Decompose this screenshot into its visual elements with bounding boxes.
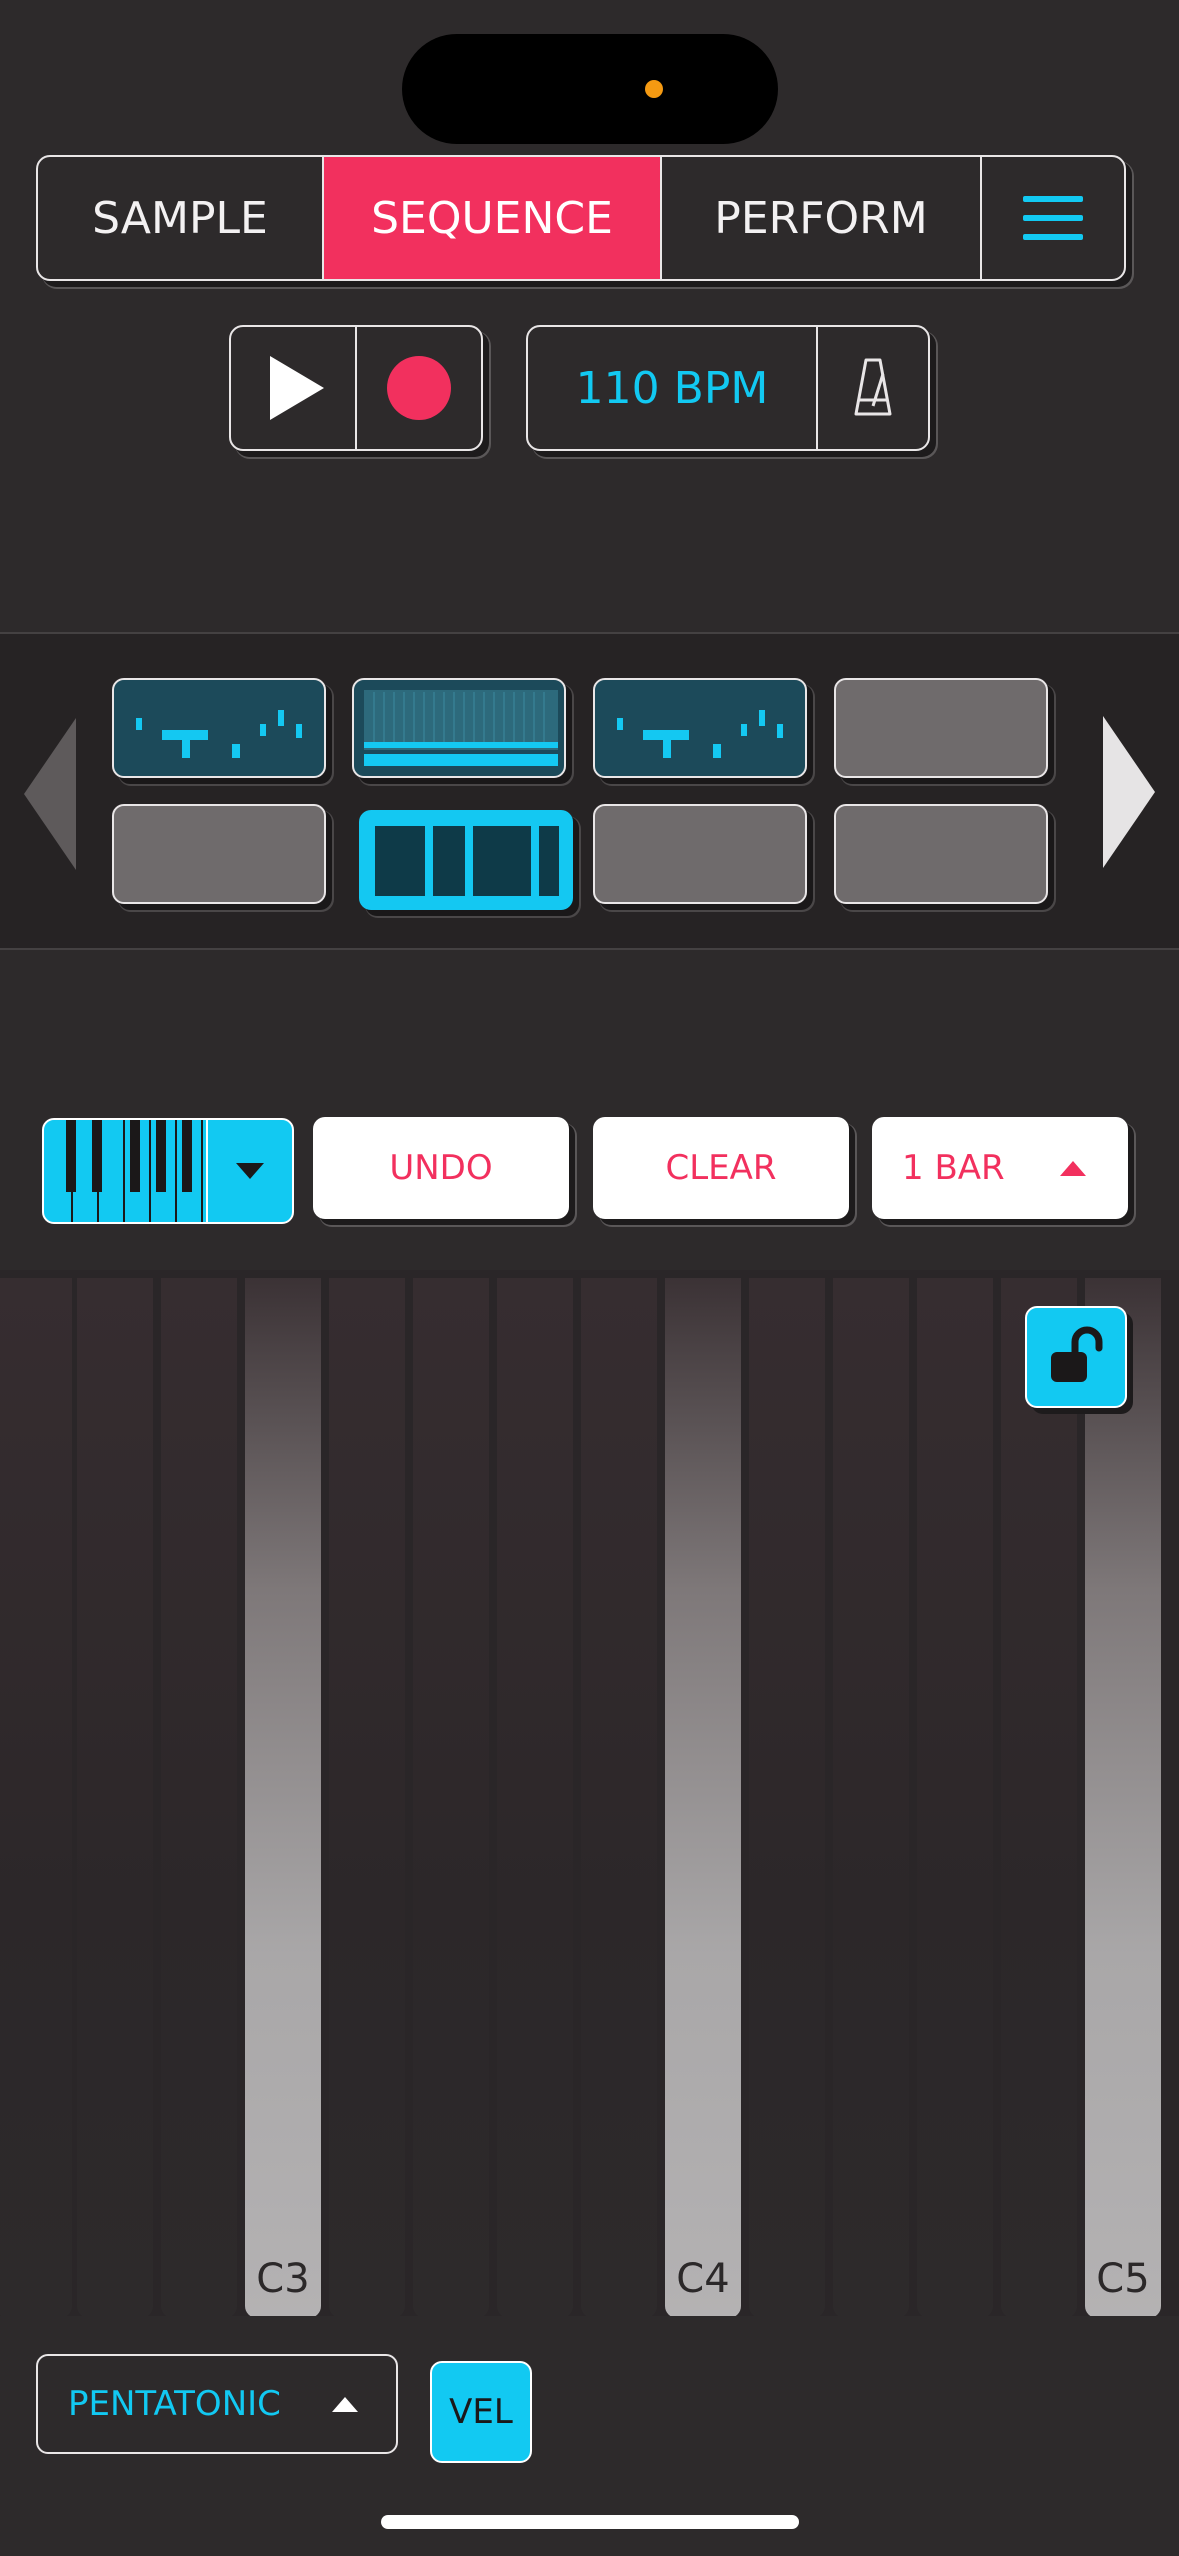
pattern-slot-3[interactable] xyxy=(593,678,807,778)
keyboard-icon xyxy=(66,1120,203,1222)
tab-sample[interactable]: SAMPLE xyxy=(38,157,324,279)
pattern-slot-8[interactable] xyxy=(834,804,1048,904)
clear-button[interactable]: CLEAR xyxy=(593,1117,849,1219)
note-label-c4: C4 xyxy=(676,2256,730,2302)
menu-icon xyxy=(1023,196,1083,240)
privacy-indicator xyxy=(645,80,663,98)
note-lane[interactable] xyxy=(161,1278,237,2316)
note-lane[interactable] xyxy=(77,1278,153,2316)
note-lane[interactable] xyxy=(581,1278,657,2316)
chevron-up-icon xyxy=(332,2396,358,2412)
unlock-icon xyxy=(1051,1326,1103,1382)
pattern-slot-5[interactable] xyxy=(112,804,326,904)
note-label-c3: C3 xyxy=(256,2256,310,2302)
tab-sequence[interactable]: SEQUENCE xyxy=(324,157,662,279)
scale-label: PENTATONIC xyxy=(68,2384,281,2424)
note-lane[interactable] xyxy=(329,1278,405,2316)
note-lane[interactable] xyxy=(833,1278,909,2316)
metronome-icon xyxy=(854,358,892,416)
chevron-up-icon xyxy=(1060,1160,1086,1176)
lock-toggle-button[interactable] xyxy=(1025,1306,1127,1408)
play-button[interactable] xyxy=(231,327,355,449)
note-lane-c3[interactable]: C3 xyxy=(245,1278,321,2316)
record-icon xyxy=(387,356,451,420)
note-lane[interactable] xyxy=(917,1278,993,2316)
scale-selector[interactable]: PENTATONIC xyxy=(36,2354,398,2454)
tempo-controls: 110 BPM xyxy=(526,325,930,451)
pattern-slot-6[interactable] xyxy=(359,810,573,910)
undo-button[interactable]: UNDO xyxy=(313,1117,569,1219)
pattern-preview xyxy=(375,826,559,896)
pattern-slot-7[interactable] xyxy=(593,804,807,904)
transport-controls xyxy=(229,325,483,451)
pattern-preview xyxy=(617,710,783,758)
keyboard-mode-button[interactable] xyxy=(42,1118,294,1224)
pattern-slot-1[interactable] xyxy=(112,678,326,778)
bar-length-label: 1 BAR xyxy=(902,1148,1005,1188)
note-lane-c5[interactable]: C5 xyxy=(1085,1278,1161,2316)
piano-roll[interactable]: C3 C4 C5 xyxy=(0,1270,1179,2316)
note-lane[interactable] xyxy=(497,1278,573,2316)
note-lane[interactable] xyxy=(1001,1278,1077,2316)
velocity-button[interactable]: VEL xyxy=(430,2361,532,2463)
arrow-left-icon[interactable] xyxy=(24,718,76,870)
pattern-slot-2[interactable] xyxy=(352,678,566,778)
arrow-right-icon[interactable] xyxy=(1103,716,1155,868)
menu-button[interactable] xyxy=(982,157,1124,279)
pattern-preview xyxy=(136,710,302,758)
bpm-button[interactable]: 110 BPM xyxy=(528,327,818,449)
note-label-c5: C5 xyxy=(1096,2256,1150,2302)
note-lane-c4[interactable]: C4 xyxy=(665,1278,741,2316)
note-lane[interactable] xyxy=(749,1278,825,2316)
note-lane[interactable] xyxy=(413,1278,489,2316)
keyboard-dropdown-button[interactable] xyxy=(206,1120,292,1222)
pattern-preview xyxy=(364,690,558,766)
pattern-slot-4[interactable] xyxy=(834,678,1048,778)
note-lane[interactable] xyxy=(0,1278,72,2316)
metronome-button[interactable] xyxy=(818,327,928,449)
chevron-down-icon xyxy=(236,1163,264,1179)
dynamic-island xyxy=(402,34,778,144)
bar-length-button[interactable]: 1 BAR xyxy=(872,1117,1128,1219)
home-indicator[interactable] xyxy=(381,2515,799,2529)
record-button[interactable] xyxy=(355,327,481,449)
play-icon xyxy=(270,356,324,420)
tab-perform[interactable]: PERFORM xyxy=(662,157,982,279)
mode-tabs: SAMPLE SEQUENCE PERFORM xyxy=(36,155,1126,281)
